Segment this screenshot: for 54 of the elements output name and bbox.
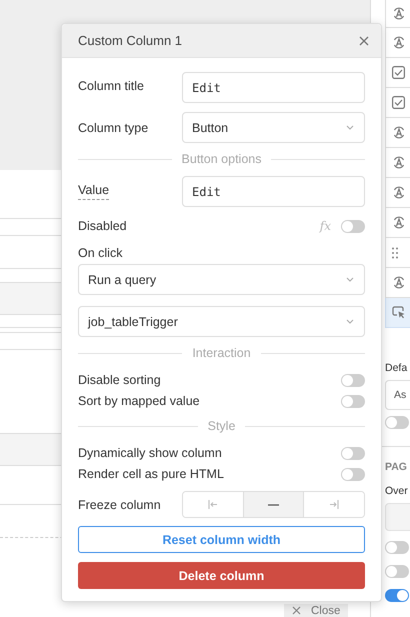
- align-right-icon: [329, 500, 340, 509]
- toggle-label: Disable sorting: [78, 373, 161, 387]
- toggle-switch[interactable]: [341, 220, 365, 232]
- toggle-label: Disabled: [78, 219, 127, 233]
- field-label: Defa: [385, 362, 408, 374]
- rotate-icon: [392, 215, 406, 230]
- dropdown-select[interactable]: As: [385, 380, 410, 410]
- close-button[interactable]: [359, 36, 369, 46]
- field-label: Value: [78, 183, 110, 200]
- close-button[interactable]: Close: [284, 604, 348, 617]
- toggle-label: Sort by mapped value: [78, 394, 200, 408]
- rotate-icon: [392, 35, 406, 50]
- text-field[interactable]: Edit: [182, 176, 365, 207]
- dropdown-select[interactable]: Run a query: [78, 264, 365, 295]
- toggle-switch[interactable]: [385, 565, 409, 578]
- field-label: Column type: [78, 120, 150, 134]
- rotate-icon: [392, 6, 406, 21]
- close-icon: [292, 606, 301, 615]
- chevron-down-icon: [346, 277, 354, 282]
- drag-handle-icon[interactable]: [392, 246, 398, 258]
- cursor-select-icon: [392, 306, 406, 319]
- toggle-switch[interactable]: [341, 394, 365, 408]
- rotate-icon: [392, 125, 406, 140]
- toggle-label: Render cell as pure HTML: [78, 467, 224, 481]
- field-label: Freeze column: [78, 498, 162, 512]
- field-label: Column title: [78, 79, 144, 95]
- popup-title: Custom Column 1: [78, 33, 182, 48]
- checkbox-icon: [392, 66, 405, 79]
- align-left-icon: [208, 500, 218, 509]
- toggle-switch[interactable]: [385, 541, 409, 554]
- dash-icon: [268, 504, 279, 506]
- toggle-switch[interactable]: [341, 468, 365, 480]
- text-field[interactable]: Edit: [182, 72, 365, 103]
- rotate-icon: [392, 155, 406, 170]
- field-label: On click: [78, 246, 122, 260]
- chevron-down-icon: [346, 125, 354, 130]
- dropdown-select[interactable]: job_tableTrigger: [78, 306, 365, 337]
- chevron-down-icon: [346, 319, 354, 324]
- dropdown-select[interactable]: Button: [182, 112, 365, 143]
- section-heading: Button options: [182, 152, 262, 166]
- rotate-icon: [392, 185, 406, 200]
- section-heading: Style: [208, 419, 236, 433]
- rotate-icon: [392, 275, 406, 290]
- close-icon: [359, 36, 369, 46]
- section-heading: PAG: [385, 461, 408, 473]
- toggle-switch[interactable]: [385, 416, 409, 429]
- delete-button[interactable]: Delete column: [78, 562, 365, 589]
- toggle-label: Dynamically show column: [78, 446, 222, 460]
- toggle-switch[interactable]: [385, 589, 409, 602]
- section-heading: Interaction: [192, 346, 251, 360]
- field-label: Over: [385, 485, 409, 497]
- toggle-switch[interactable]: [341, 446, 365, 460]
- checkbox-icon: [392, 96, 405, 109]
- toggle-switch[interactable]: [341, 374, 365, 386]
